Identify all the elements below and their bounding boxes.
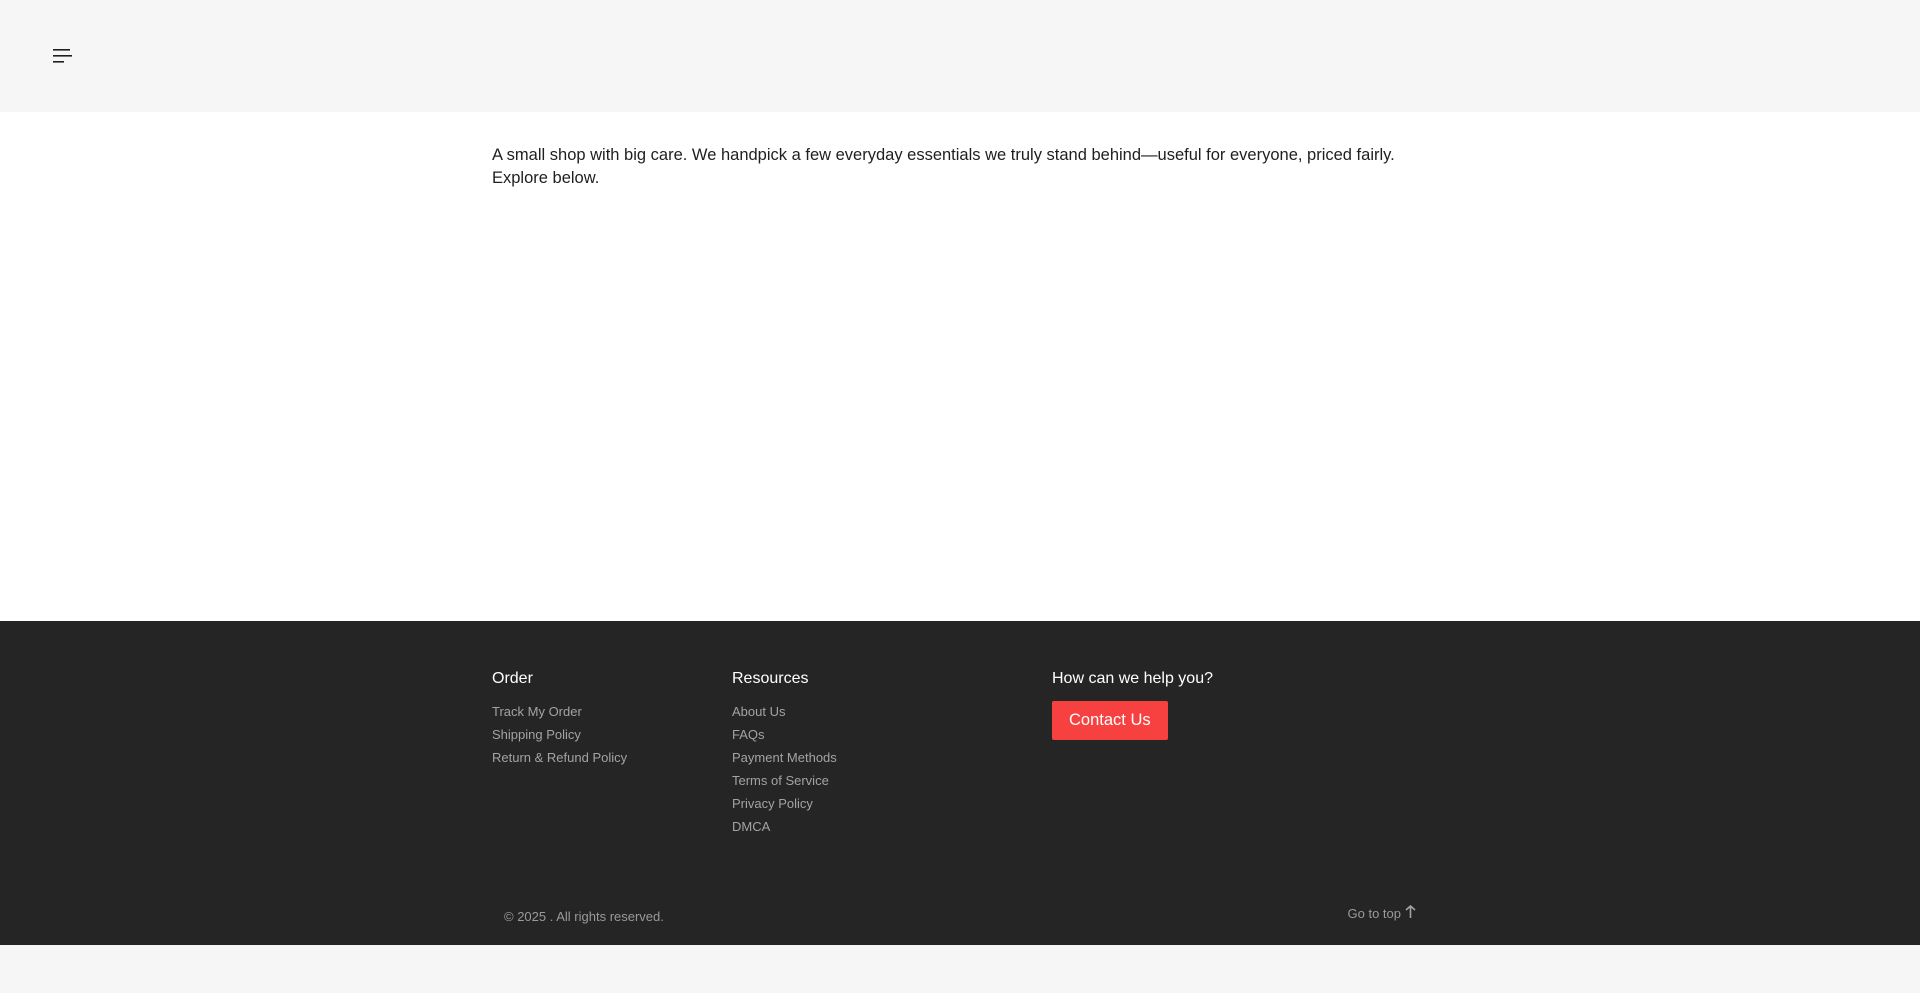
hamburger-svg <box>52 49 72 63</box>
footer-link-terms-of-service[interactable]: Terms of Service <box>732 773 837 789</box>
footer-order-links: Track My Order Shipping Policy Return & … <box>492 704 627 766</box>
site-header <box>0 0 1920 112</box>
footer-resources-links: About Us FAQs Payment Methods Terms of S… <box>732 704 837 835</box>
footer-resources-column: Resources About Us FAQs Payment Methods … <box>732 669 837 842</box>
footer-link-dmca[interactable]: DMCA <box>732 819 837 835</box>
footer-link-return-refund-policy[interactable]: Return & Refund Policy <box>492 750 627 766</box>
footer-help-column: How can we help you? Contact Us <box>1052 669 1213 740</box>
footer-help-title: How can we help you? <box>1052 670 1213 687</box>
footer-link-track-my-order[interactable]: Track My Order <box>492 704 627 720</box>
footer-link-about-us[interactable]: About Us <box>732 704 837 720</box>
footer-link-payment-methods[interactable]: Payment Methods <box>732 750 837 766</box>
footer-order-title: Order <box>492 670 533 687</box>
main-content: A small shop with big care. We handpick … <box>0 112 1920 621</box>
go-to-top-label: Go to top <box>1347 906 1401 921</box>
intro-text: A small shop with big care. We handpick … <box>492 146 1395 187</box>
arrow-up-icon <box>1405 904 1416 919</box>
footer-link-faqs[interactable]: FAQs <box>732 727 837 743</box>
footer-link-shipping-policy[interactable]: Shipping Policy <box>492 727 627 743</box>
copyright-text: © 2025 . All rights reserved. <box>504 909 664 924</box>
menu-icon[interactable] <box>50 45 74 67</box>
footer-link-privacy-policy[interactable]: Privacy Policy <box>732 796 837 812</box>
footer-order-column: Order Track My Order Shipping Policy Ret… <box>492 669 627 773</box>
contact-us-button[interactable]: Contact Us <box>1052 701 1168 740</box>
page-bottom-area <box>0 945 1920 993</box>
footer-bottom-bar: © 2025 . All rights reserved. Go to top <box>504 904 1416 927</box>
go-to-top-link[interactable]: Go to top <box>1347 904 1416 921</box>
site-footer: Order Track My Order Shipping Policy Ret… <box>0 621 1920 945</box>
footer-resources-title: Resources <box>732 670 809 687</box>
